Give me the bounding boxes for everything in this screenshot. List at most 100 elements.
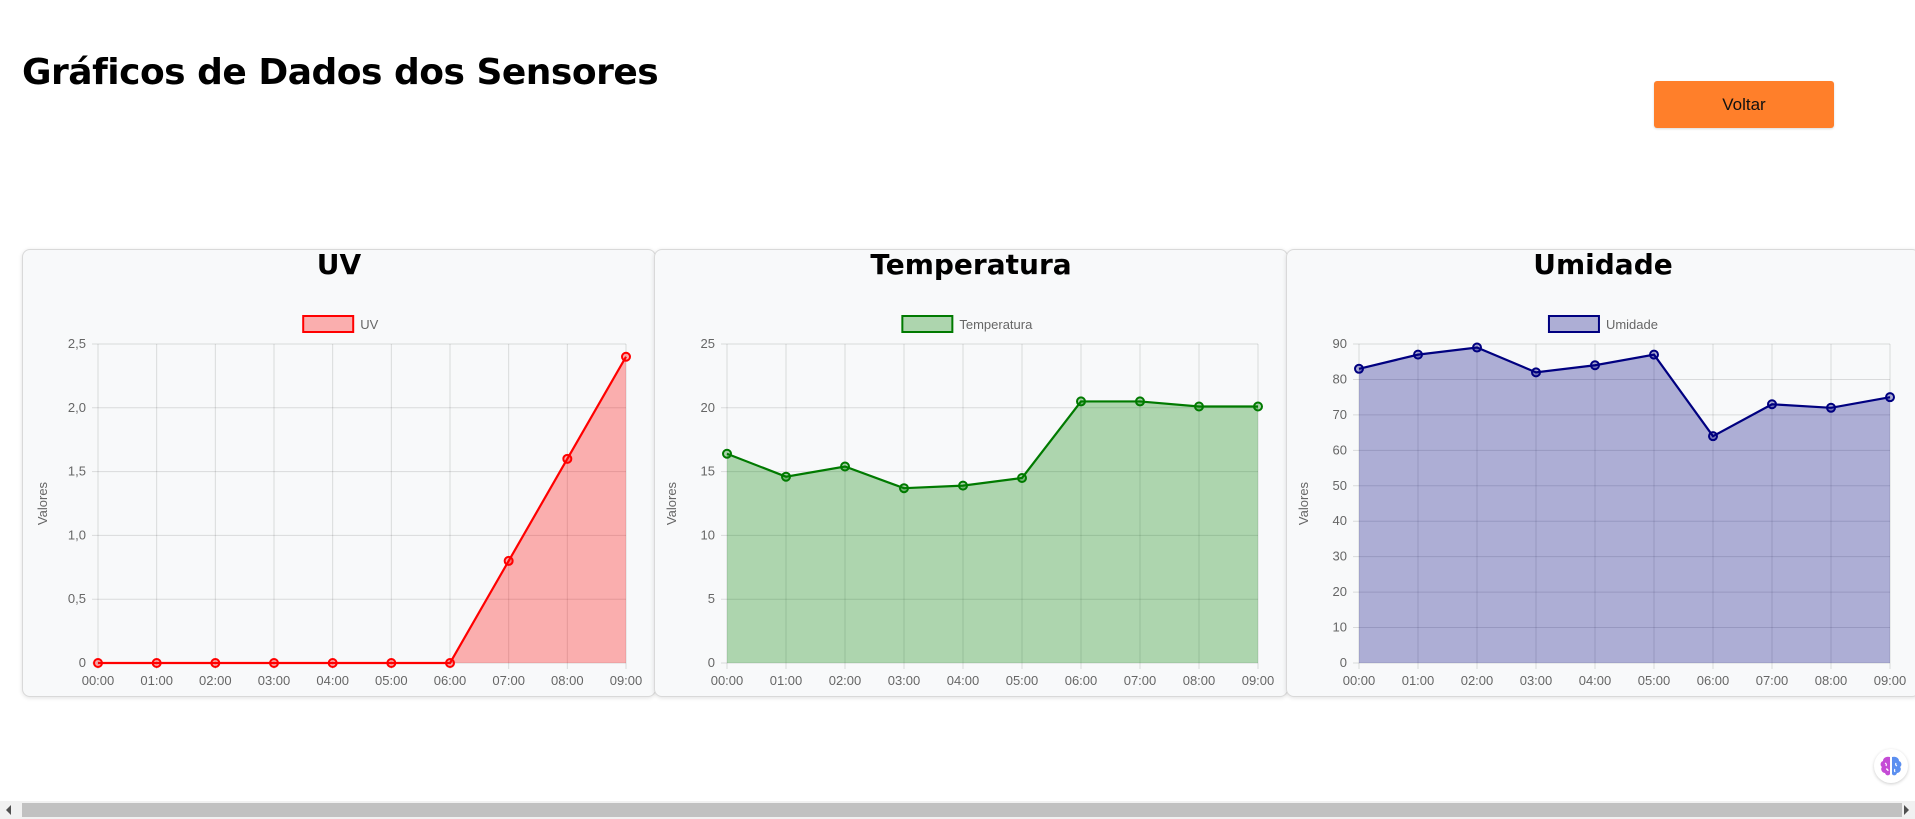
legend-label: Umidade	[1606, 317, 1658, 332]
y-tick-label: 20	[1333, 584, 1347, 599]
y-tick-label: 2,0	[68, 400, 86, 415]
y-tick-label: 10	[1333, 620, 1347, 635]
y-tick-label: 0	[708, 655, 715, 670]
x-tick-label: 04:00	[947, 673, 980, 688]
uv-chart: 0 0,5 1,0 1,5 2,0 2,5 00:00 01:00 02:00 03:00 04:0…	[35, 315, 643, 688]
data-point	[503, 555, 514, 566]
x-tick-label: 08:00	[1815, 673, 1848, 688]
x-tick-label: 03:00	[888, 673, 921, 688]
data-point	[722, 448, 732, 459]
data-point	[1708, 431, 1718, 442]
x-tick-label: 07:00	[492, 673, 525, 688]
y-tick-label: 50	[1333, 478, 1347, 493]
y-tick-label: 2,5	[68, 336, 86, 351]
x-tick-label: 05:00	[1638, 673, 1671, 688]
x-tick-label: 05:00	[375, 673, 408, 688]
y-axis-label: Valores	[35, 481, 50, 525]
y-tick-label: 1,5	[68, 464, 86, 479]
data-point	[386, 658, 397, 668]
x-tick-label: 00:00	[711, 673, 744, 688]
data-point	[327, 658, 338, 668]
data-point	[1135, 396, 1145, 407]
data-point	[1885, 392, 1895, 403]
data-point	[151, 658, 162, 668]
brain-icon[interactable]	[1874, 749, 1908, 783]
x-tick-label: 02:00	[829, 673, 862, 688]
data-point	[445, 658, 455, 668]
legend-swatch	[1547, 315, 1600, 333]
x-tick-label: 07:00	[1756, 673, 1789, 688]
scrollbar-thumb[interactable]	[22, 803, 1902, 817]
y-tick-label: 5	[708, 591, 715, 606]
data-point	[1017, 472, 1027, 483]
page-title: Gráficos de Dados dos Sensores	[22, 52, 659, 93]
data-point	[781, 471, 791, 482]
y-tick-label: 1,0	[68, 527, 86, 542]
y-tick-label: 10	[701, 527, 715, 542]
x-tick-label: 09:00	[1874, 673, 1907, 688]
series-area	[98, 356, 626, 663]
humidity-chart-card: Umidade 0 10 20 30 40 50 60 70 80 90 00:00 01:00 02:…	[1286, 249, 1915, 697]
y-tick-label: 90	[1333, 336, 1347, 351]
x-tick-label: 09:00	[1242, 673, 1275, 688]
data-point	[1826, 402, 1836, 413]
x-tick-label: 00:00	[1343, 673, 1376, 688]
data-point	[562, 453, 573, 464]
temperature-chart: 0 5 10 15 20 25 00:00 01:00 02:00 03:00 04:00 05:00…	[664, 315, 1275, 688]
data-point	[269, 658, 279, 668]
data-point	[1472, 342, 1482, 353]
y-tick-label: 0	[1340, 655, 1347, 670]
data-point	[958, 480, 968, 491]
x-tick-label: 02:00	[199, 673, 232, 688]
data-point	[1590, 360, 1600, 371]
y-tick-label: 25	[701, 336, 715, 351]
legend-swatch	[302, 315, 355, 333]
data-point	[840, 461, 850, 472]
temperature-chart-card: Temperatura 0 5 10 15 20 25 00:00 01:00 02:00 03:…	[654, 249, 1288, 697]
x-tick-label: 08:00	[1183, 673, 1216, 688]
legend-swatch	[901, 315, 954, 333]
uv-chart-card: UV 0 0,5 1,0 1,5 2,0 2,5 00:00 01:00 02:00 03:00 0…	[22, 249, 656, 697]
legend-label: Temperatura	[959, 317, 1033, 332]
x-tick-label: 05:00	[1006, 673, 1039, 688]
y-tick-label: 15	[701, 464, 715, 479]
legend-label: UV	[360, 317, 378, 332]
x-tick-label: 06:00	[434, 673, 467, 688]
x-tick-label: 08:00	[551, 673, 584, 688]
x-tick-label: 00:00	[82, 673, 115, 688]
data-point	[621, 351, 631, 362]
x-tick-label: 07:00	[1124, 673, 1157, 688]
humidity-chart: 0 10 20 30 40 50 60 70 80 90 00:00 01:00 02:00 03:00 0…	[1296, 315, 1907, 688]
x-tick-label: 04:00	[1579, 673, 1612, 688]
data-point	[1649, 349, 1659, 360]
x-tick-label: 06:00	[1697, 673, 1730, 688]
y-tick-label: 70	[1333, 407, 1347, 422]
x-tick-label: 02:00	[1461, 673, 1494, 688]
back-button[interactable]: Voltar	[1654, 81, 1834, 128]
x-tick-label: 09:00	[610, 673, 643, 688]
data-point	[93, 658, 103, 668]
data-point	[1767, 399, 1777, 410]
series-area	[1359, 347, 1890, 663]
x-tick-label: 01:00	[140, 673, 173, 688]
data-point	[1354, 363, 1364, 374]
y-tick-label: 20	[701, 400, 715, 415]
x-tick-label: 03:00	[258, 673, 291, 688]
data-point	[1531, 367, 1541, 378]
data-point	[899, 483, 909, 494]
x-tick-label: 01:00	[770, 673, 803, 688]
x-tick-label: 06:00	[1065, 673, 1098, 688]
y-axis-label: Valores	[664, 481, 679, 525]
scroll-left-arrow-icon[interactable]	[6, 805, 11, 815]
data-point	[210, 658, 221, 668]
y-tick-label: 0,5	[68, 591, 86, 606]
data-point	[1076, 396, 1086, 407]
y-axis-label: Valores	[1296, 481, 1311, 525]
x-tick-label: 04:00	[316, 673, 349, 688]
y-tick-label: 30	[1333, 549, 1347, 564]
data-point	[1194, 401, 1204, 412]
data-point	[1413, 349, 1423, 360]
y-tick-label: 60	[1333, 442, 1347, 457]
scroll-right-arrow-icon[interactable]	[1904, 805, 1909, 815]
horizontal-scrollbar[interactable]	[0, 801, 1915, 819]
